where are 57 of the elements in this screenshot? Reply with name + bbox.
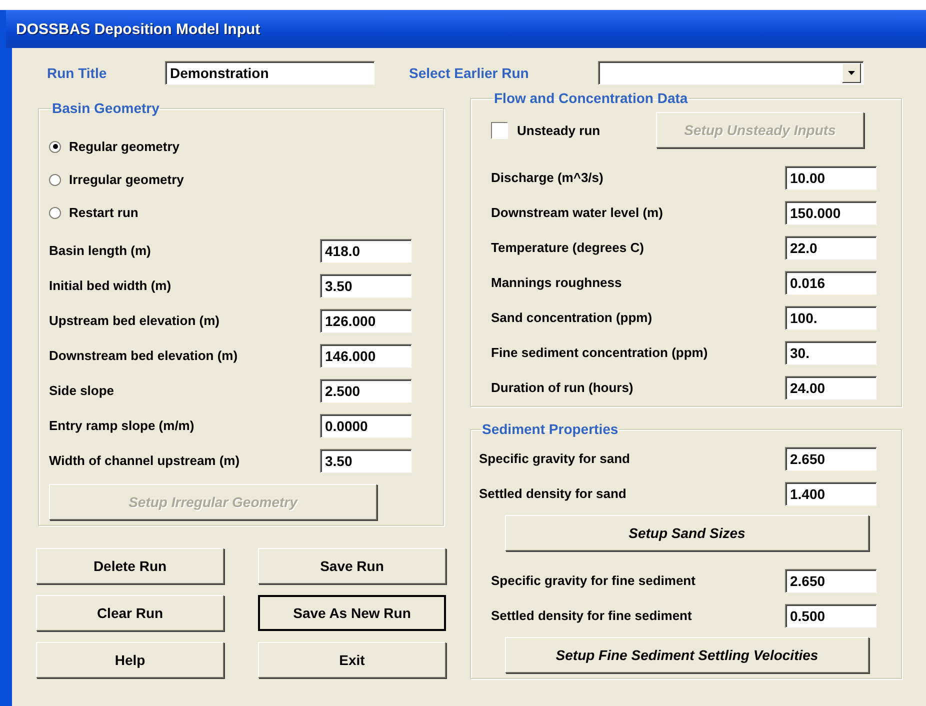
field-label: Basin length (m) bbox=[49, 243, 152, 258]
action-button[interactable]: Help bbox=[36, 642, 224, 678]
radio-option[interactable]: Irregular geometry bbox=[49, 163, 443, 196]
input-field[interactable]: 2.650 bbox=[785, 568, 877, 592]
radio-option[interactable]: Restart run bbox=[49, 196, 443, 229]
input-field[interactable]: 0.0000 bbox=[320, 414, 412, 438]
input-field[interactable]: 0.500 bbox=[785, 604, 877, 628]
action-button[interactable]: Save Run bbox=[258, 548, 446, 584]
input-field[interactable]: 30. bbox=[785, 340, 877, 364]
input-field[interactable]: 146.000 bbox=[320, 344, 412, 368]
setup-button[interactable]: Setup Sand Sizes bbox=[505, 515, 869, 551]
field-label: Settled density for sand bbox=[479, 486, 628, 501]
input-field[interactable]: 3.50 bbox=[320, 448, 412, 472]
field-label: Run Title bbox=[47, 65, 108, 81]
field-label: Side slope bbox=[49, 383, 116, 398]
input-field[interactable]: Demonstration bbox=[165, 61, 375, 85]
dropdown-arrow-icon bbox=[848, 71, 855, 75]
input-field[interactable]: 3.50 bbox=[320, 274, 412, 298]
dropdown[interactable] bbox=[598, 61, 864, 85]
action-button[interactable]: Save As New Run bbox=[258, 595, 446, 631]
action-button[interactable]: Exit bbox=[258, 642, 446, 678]
setup-button[interactable]: Setup Fine Sediment Settling Velocities bbox=[505, 637, 869, 673]
field-label: Settled density for fine sediment bbox=[491, 608, 693, 623]
field-label: Temperature (degrees C) bbox=[491, 240, 645, 255]
input-field[interactable]: 22.0 bbox=[785, 236, 877, 260]
input-field[interactable]: 418.0 bbox=[320, 238, 412, 262]
field-label: Discharge (m^3/s) bbox=[491, 170, 604, 185]
field-label: Downstream water level (m) bbox=[491, 205, 664, 220]
group-title: Basin Geometry bbox=[51, 100, 160, 116]
input-field[interactable]: 126.000 bbox=[320, 308, 412, 332]
checkbox[interactable]: Unsteady run bbox=[491, 114, 656, 146]
action-button[interactable]: Clear Run bbox=[36, 595, 224, 631]
field-label: Select Earlier Run bbox=[409, 65, 530, 81]
field-label: Sand concentration (ppm) bbox=[491, 310, 654, 325]
field-label: Mannings roughness bbox=[491, 275, 623, 290]
input-field[interactable]: 2.650 bbox=[785, 446, 877, 470]
field-label: Width of channel upstream (m) bbox=[49, 453, 241, 468]
radio-option[interactable]: Regular geometry bbox=[49, 130, 443, 163]
field-label: Duration of run (hours) bbox=[491, 380, 634, 395]
field-label: Initial bed width (m) bbox=[49, 278, 172, 293]
field-label: Fine sediment concentration (ppm) bbox=[491, 345, 709, 360]
input-field[interactable]: 2.500 bbox=[320, 378, 412, 402]
field-label: Specific gravity for fine sediment bbox=[491, 573, 696, 588]
input-field[interactable]: 24.00 bbox=[785, 376, 877, 400]
input-field[interactable]: 10.00 bbox=[785, 166, 877, 190]
group-title: Flow and Concentration Data bbox=[493, 90, 689, 106]
field-label: Downstream bed elevation (m) bbox=[49, 348, 239, 363]
input-field[interactable]: 0.016 bbox=[785, 270, 877, 294]
group-title: Sediment Properties bbox=[481, 421, 620, 437]
field-label: Specific gravity for sand bbox=[479, 451, 631, 466]
input-field[interactable]: 150.000 bbox=[785, 200, 877, 224]
input-field[interactable]: 100. bbox=[785, 306, 877, 330]
field-label: Upstream bed elevation (m) bbox=[49, 313, 220, 328]
field-label: Entry ramp slope (m/m) bbox=[49, 418, 196, 433]
action-button[interactable]: Delete Run bbox=[36, 548, 224, 584]
window-title: DOSSBAS Deposition Model Input bbox=[16, 20, 260, 38]
input-field[interactable]: 1.400 bbox=[785, 482, 877, 506]
